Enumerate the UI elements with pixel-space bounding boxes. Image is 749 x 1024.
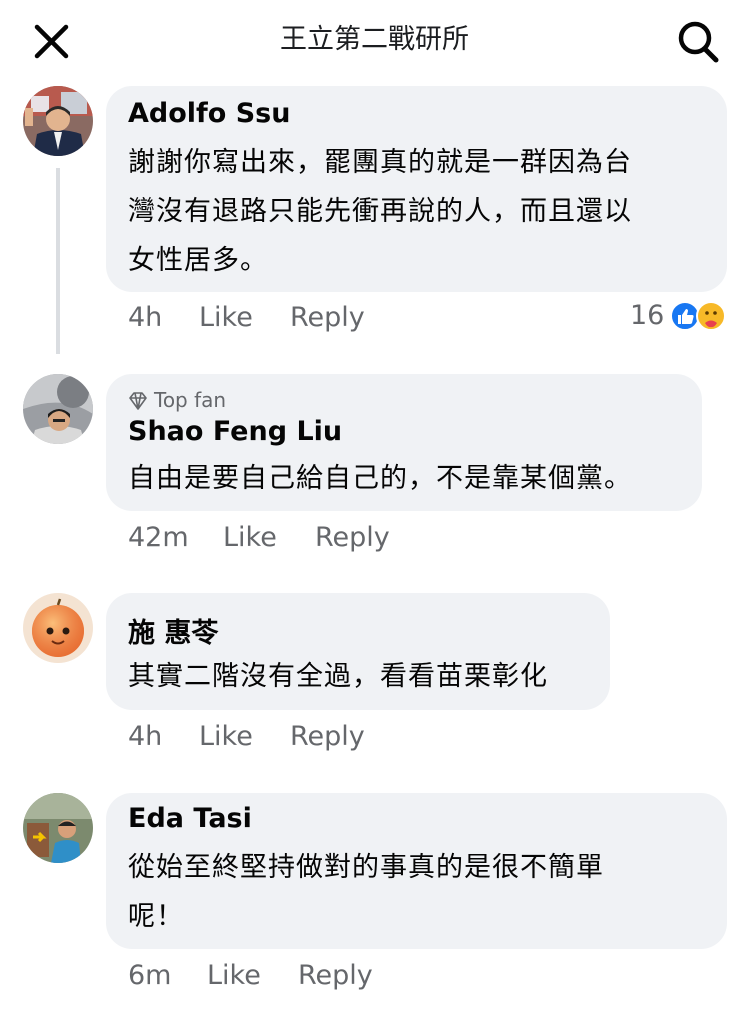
avatar[interactable] [23, 793, 93, 863]
like-button[interactable]: Like [207, 960, 261, 991]
top-fan-badge: Top fan [128, 388, 226, 412]
reply-button[interactable]: Reply [290, 302, 365, 333]
comment-line: 女性居多。 [128, 245, 268, 276]
reaction-count: 16 [630, 300, 665, 331]
comment-line: 其實二階沒有全過，看看苗栗彰化 [128, 661, 548, 692]
comment-time: 4h [128, 302, 163, 333]
comment-text: 謝謝你寫出來，罷團真的就是一群因為台 灣沒有退路只能先衝再說的人，而且還以 女性… [128, 138, 632, 285]
comment-text: 其實二階沒有全過，看看苗栗彰化 [128, 652, 548, 701]
like-button[interactable]: Like [223, 522, 277, 553]
reply-button[interactable]: Reply [315, 522, 390, 553]
comment-bubble: Adolfo Ssu 謝謝你寫出來，罷團真的就是一群因為台 灣沒有退路只能先衝再… [106, 86, 727, 292]
comment-text: 從始至終堅持做對的事真的是很不簡單 呢！ [128, 843, 604, 941]
comment-line: 自由是要自己給自己的，不是靠某個黨。 [128, 463, 632, 494]
comment-line: 灣沒有退路只能先衝再說的人，而且還以 [128, 196, 632, 227]
comment-bubble: Top fan Shao Feng Liu 自由是要自己給自己的，不是靠某個黨。 [106, 374, 702, 511]
comment-line: 謝謝你寫出來，罷團真的就是一群因為台 [128, 147, 632, 178]
top-bar: 王立第二戰研所 [0, 0, 749, 80]
reply-button[interactable]: Reply [298, 960, 373, 991]
comment-bubble: Eda Tasi 從始至終堅持做對的事真的是很不簡單 呢！ [106, 793, 727, 949]
comment-author[interactable]: Shao Feng Liu [128, 416, 342, 447]
comment-time: 4h [128, 721, 163, 752]
page-title: 王立第二戰研所 [280, 24, 469, 55]
comment-line: 從始至終堅持做對的事真的是很不簡單 [128, 852, 604, 883]
comment-text: 自由是要自己給自己的，不是靠某個黨。 [128, 454, 632, 503]
avatar[interactable] [23, 374, 93, 444]
thread-line [56, 168, 60, 354]
reply-button[interactable]: Reply [290, 721, 365, 752]
comment-author[interactable]: 施 惠苓 [128, 611, 218, 650]
avatar[interactable] [23, 86, 93, 156]
comment-time: 42m [128, 522, 189, 553]
like-button[interactable]: Like [199, 302, 253, 333]
diamond-icon [129, 392, 147, 410]
comment-line: 呢！ [128, 901, 184, 932]
comment-bubble: 施 惠苓 其實二階沒有全過，看看苗栗彰化 [106, 593, 610, 710]
care-reaction-icon [696, 301, 726, 331]
like-button[interactable]: Like [199, 721, 253, 752]
comment-author[interactable]: Eda Tasi [128, 803, 252, 834]
badge-label: Top fan [154, 388, 227, 412]
search-icon[interactable] [674, 18, 722, 64]
avatar[interactable] [23, 593, 93, 663]
comment-time: 6m [128, 960, 172, 991]
comment-author[interactable]: Adolfo Ssu [128, 98, 290, 129]
